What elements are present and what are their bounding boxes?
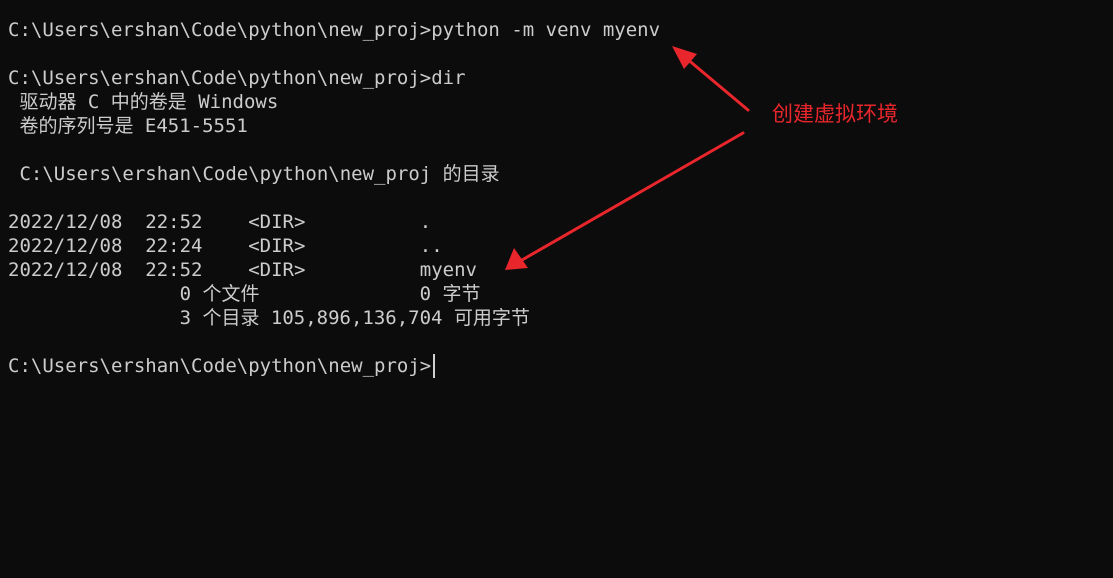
- annotation-label: 创建虚拟环境: [772, 102, 898, 126]
- terminal-window[interactable]: C:\Users\ershan\Code\python\new_proj>pyt…: [0, 0, 1113, 578]
- arrow-to-venv-command: [672, 46, 750, 112]
- annotation-arrows: [505, 46, 750, 270]
- arrow-to-myenv-folder: [505, 131, 745, 270]
